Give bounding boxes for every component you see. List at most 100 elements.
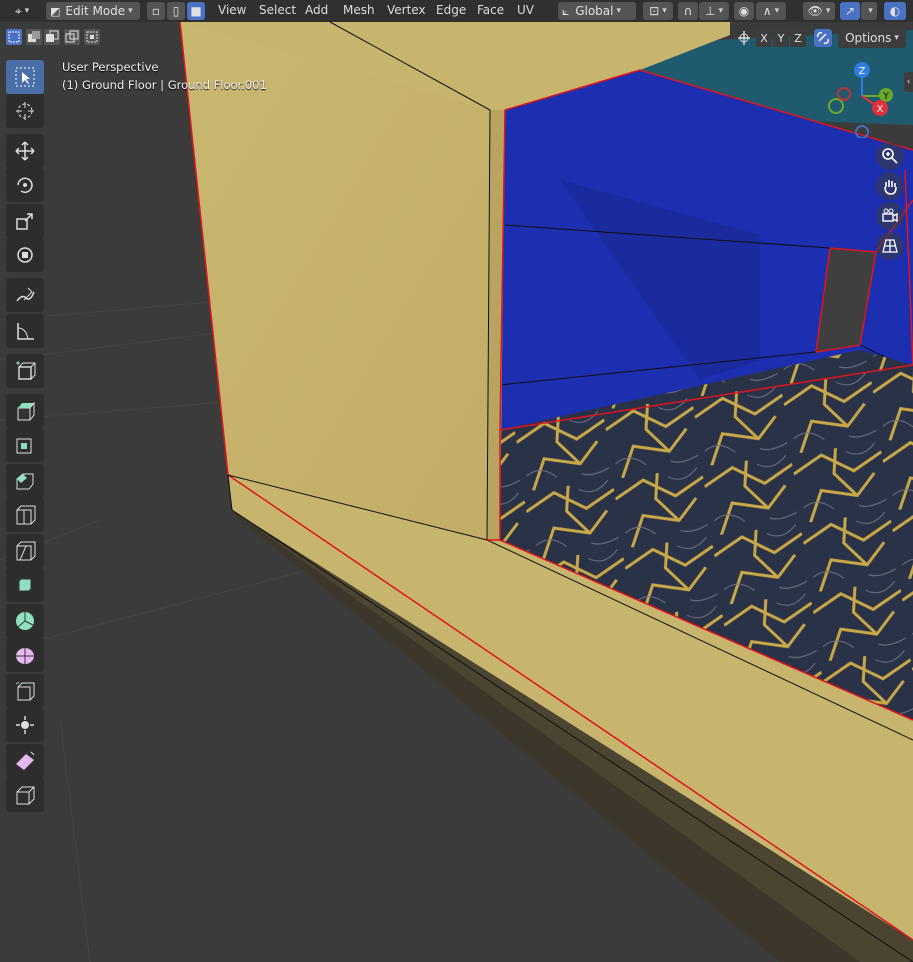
grid-perspective-icon [882,239,898,253]
tool-extrude[interactable] [6,394,44,428]
snap-target-dropdown[interactable]: ⊥ ▾ [699,2,729,20]
menu-select[interactable]: Select [259,3,296,17]
hand-icon [884,180,897,195]
transform-icon [17,247,33,263]
inset-icon [16,438,32,454]
transform-orientation-dropdown[interactable]: ⟀ Global ▾ [558,2,636,20]
options-dropdown[interactable]: Options ▾ [838,28,906,48]
mirror-z-toggle[interactable]: Z [790,29,806,47]
select-invert-icon [65,30,79,43]
link-icon [817,32,829,44]
overlay-toggle[interactable]: ◐ [884,2,906,20]
pan-button[interactable] [876,172,904,200]
tool-annotate[interactable] [6,278,44,312]
menu-add[interactable]: Add [305,3,328,17]
menu-view[interactable]: View [218,3,246,17]
snap-toggle[interactable]: ∩ [678,2,698,20]
auto-merge-toggle[interactable] [814,29,832,47]
select-mode-intersect[interactable] [84,29,100,45]
mirror-icon [735,29,753,47]
tool-select-box[interactable] [6,60,44,94]
tool-move[interactable] [6,134,44,168]
viewport-3d[interactable] [0,0,913,962]
active-object-label: (1) Ground Floor | Ground Floor.001 [62,78,267,92]
tool-edge-slide[interactable] [6,674,44,708]
chevron-down-icon: ▾ [868,6,873,16]
gizmo-toggle[interactable]: ↗ [840,2,860,20]
face-select-button[interactable]: ■ [187,2,205,20]
axis-neg-y-icon[interactable] [828,98,844,114]
tool-rotate[interactable] [6,168,44,202]
select-mode-invert[interactable] [64,29,80,45]
tool-smooth[interactable] [6,638,44,672]
axis-x-label: X [877,104,884,115]
pencil-icon [16,287,35,302]
sidebar-toggle[interactable]: ‹ [904,72,913,92]
tool-rip[interactable] [6,778,44,812]
chevron-down-icon: ▾ [774,6,780,16]
tool-scale[interactable] [6,204,44,238]
axis-z-label: Z [859,66,866,77]
chevron-down-icon: ▾ [24,6,30,16]
options-label: Options [845,31,892,45]
tool-transform[interactable] [6,238,44,272]
tool-poly-build[interactable] [6,568,44,602]
editor-type-button[interactable]: ⌖ ▾ [6,2,38,20]
chevron-down-icon: ▾ [894,33,899,43]
tool-bevel[interactable] [6,464,44,498]
tool-loop-cut[interactable] [6,498,44,532]
snap-target-icon: ⊥ [705,4,716,18]
tool-shear[interactable] [6,744,44,778]
vertex-select-button[interactable]: ▫ [147,2,165,20]
edge-select-button[interactable]: ▯ [167,2,185,20]
menu-uv[interactable]: UV [517,3,534,17]
menu-mesh[interactable]: Mesh [343,3,375,17]
navigation-gizmo[interactable]: Z Y X [820,58,900,138]
tool-shrink-fatten[interactable] [6,708,44,742]
chevron-left-icon: ‹ [906,77,911,87]
mirror-x-toggle[interactable]: X [756,29,772,47]
shrink-fatten-icon [16,716,34,734]
zoom-icon [882,148,898,164]
rotate-icon [17,177,33,193]
falloff-icon: ∧ [762,4,772,18]
visibility-dropdown[interactable]: 👁 ▾ [803,2,835,20]
tool-measure[interactable] [6,314,44,348]
zoom-button[interactable] [876,142,904,170]
chevron-down-icon: ▾ [718,6,723,16]
mirror-y-toggle[interactable]: Y [773,29,789,47]
poly-build-icon [17,577,33,593]
loop-cut-icon [16,505,36,525]
select-subtract-icon [46,30,59,42]
tool-cursor[interactable] [6,94,44,128]
menu-edge[interactable]: Edge [436,3,466,17]
edge-select-icon: ▯ [172,4,180,18]
axis-neg-x-icon[interactable] [837,87,851,101]
axis-neg-z-icon[interactable] [855,125,869,138]
pivot-point-dropdown[interactable]: ⊡ ▾ [643,2,673,20]
tool-add-cube[interactable] [6,354,44,388]
select-mode-new[interactable] [6,29,22,45]
menu-face[interactable]: Face [477,3,504,17]
eye-icon: 👁 [807,4,823,18]
gizmo-icon: ↗ [844,4,856,18]
move-icon [15,141,35,161]
tool-spin[interactable] [6,604,44,638]
mode-dropdown[interactable]: ◩ Edit Mode ▾ [46,2,140,20]
ruler-icon [17,323,34,340]
bevel-icon [16,473,34,490]
gizmo-dropdown[interactable]: ▾ [861,2,877,20]
proportional-editing-toggle[interactable]: ◉ [734,2,754,20]
tool-inset[interactable] [6,428,44,462]
select-mode-subtract[interactable] [44,29,60,45]
select-mode-extend[interactable] [26,29,42,45]
face-select-icon: ■ [190,4,202,18]
editor-type-icon: ⌖ [14,3,22,18]
camera-view-button[interactable] [876,202,904,230]
tool-knife[interactable] [6,534,44,568]
menu-vertex[interactable]: Vertex [387,3,426,17]
proportional-icon: ◉ [738,4,750,18]
perspective-toggle-button[interactable] [876,232,904,260]
orientation-label: Global [575,4,614,18]
falloff-dropdown[interactable]: ∧ ▾ [756,2,786,20]
